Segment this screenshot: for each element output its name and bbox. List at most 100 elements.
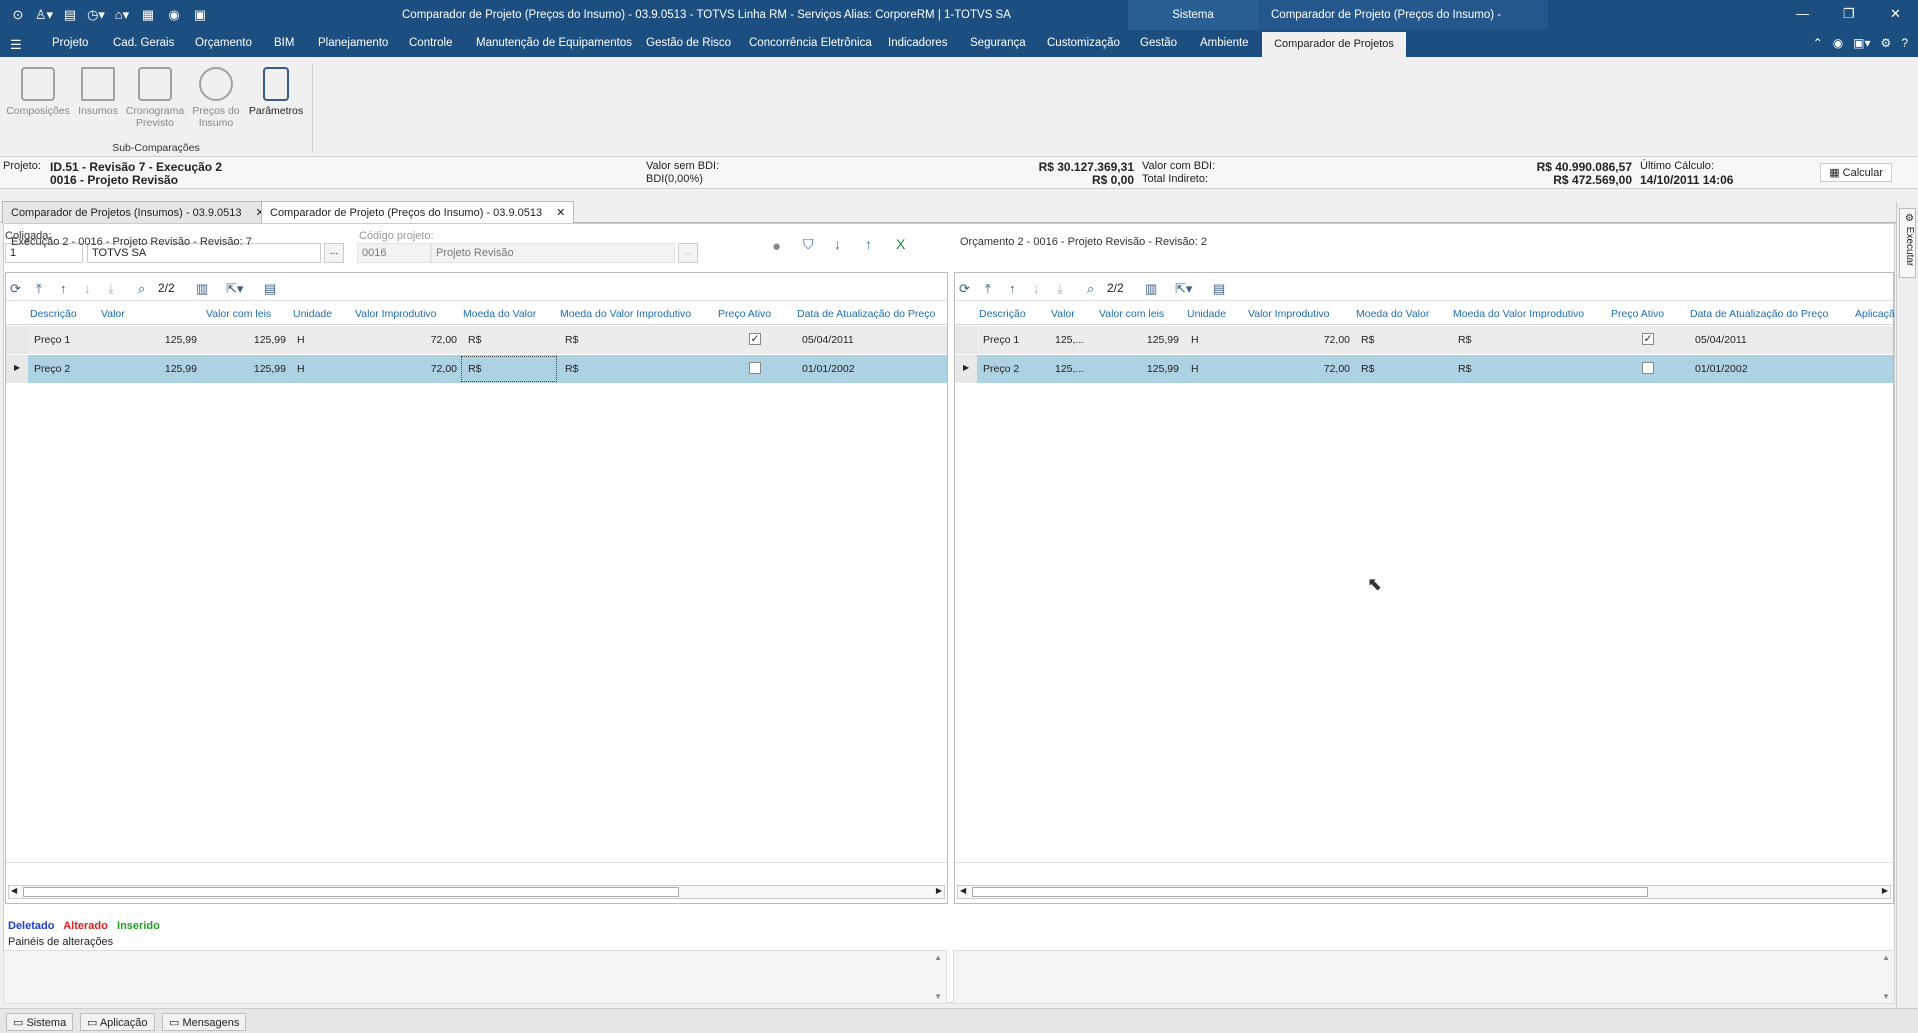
globe-icon[interactable]: ◉ [164,7,184,23]
col-moeda-valor[interactable]: Moeda do Valor [463,308,536,320]
excel-icon[interactable]: X [896,236,905,252]
col-unidade[interactable]: Unidade [293,308,332,320]
columns-icon[interactable]: ▥ [196,281,208,297]
col-preco-ativo[interactable]: Preço Ativo [718,308,771,320]
col-aplicacao[interactable]: Aplicaçã [1855,308,1895,320]
last-icon[interactable]: ⤓ [1057,281,1063,297]
search-icon[interactable]: ⌕ [1087,281,1094,297]
col-moeda-valor[interactable]: Moeda do Valor [1356,308,1429,320]
play-icon[interactable]: ● [772,238,781,255]
doctab-precos-insumo[interactable]: Comparador de Projeto (Preços do Insumo)… [261,201,575,224]
menu-comparador-projetos[interactable]: Comparador de Projetos [1262,32,1406,57]
scroll-left-icon[interactable]: ◀ [960,886,966,895]
menu-concorrencia[interactable]: Concorrência Eletrônica [749,37,872,49]
table-row[interactable]: Preço 1 125,... 125,99 H 72,00 R$ R$ ✓ 0… [955,326,1893,354]
col-data-atualizacao[interactable]: Data de Atualização do Preço [1690,308,1828,320]
row-indicator[interactable]: ▶ [955,355,977,383]
col-moeda-improdutivo[interactable]: Moeda do Valor Improdutivo [560,308,691,320]
ribbon-cronograma-button[interactable]: Cronograma Previsto [124,67,186,129]
ribbon-insumos-button[interactable]: Insumos [74,67,122,117]
menu-ambiente[interactable]: Ambiente [1200,37,1249,49]
menu-orcamento[interactable]: Orçamento [195,37,252,49]
filter-icon[interactable]: ⛉ [803,236,814,253]
home-icon[interactable]: ⌂▾ [112,7,132,23]
preco-ativo-checkbox[interactable]: ✓ [749,333,761,345]
preco-ativo-checkbox[interactable] [749,362,761,374]
table-row[interactable]: Preço 1 125,99 125,99 H 72,00 R$ R$ ✓ 05… [6,326,947,354]
col-preco-ativo[interactable]: Preço Ativo [1611,308,1664,320]
menu-gestao[interactable]: Gestão [1140,37,1177,49]
prev-icon[interactable]: ↑ [60,281,67,296]
menu-projeto[interactable]: Projeto [52,37,88,49]
menu-customizacao[interactable]: Customização [1047,37,1120,49]
left-horizontal-scrollbar[interactable]: ◀ ▶ [8,885,945,899]
col-moeda-improdutivo[interactable]: Moeda do Valor Improdutivo [1453,308,1584,320]
first-icon[interactable]: ⤒ [36,281,42,297]
next-icon[interactable]: ↓ [84,281,91,296]
next-icon[interactable]: ↓ [1033,281,1040,296]
col-data-atualizacao[interactable]: Data de Atualização do Preço [797,308,935,320]
ribbon-parametros-button[interactable]: Parâmetros [246,67,306,117]
executar-side-tab[interactable]: ⚙ Executar [1899,208,1916,278]
scroll-down-icon[interactable]: ▼ [1882,992,1890,1001]
columns-icon[interactable]: ▥ [1145,281,1157,297]
col-descricao[interactable]: Descrição [30,308,77,320]
clock-icon[interactable]: ◷▾ [86,7,106,23]
menu-cad-gerais[interactable]: Cad. Gerais [113,37,174,49]
row-indicator[interactable]: ▶ [6,355,28,383]
window-icon[interactable]: ▣ [190,7,210,23]
refresh-icon[interactable]: ⟳ [959,281,970,297]
last-icon[interactable]: ⤓ [108,281,114,297]
scroll-right-icon[interactable]: ▶ [1882,886,1888,895]
layout-icon[interactable]: ▣▾ [1853,36,1870,50]
col-descricao[interactable]: Descrição [979,308,1026,320]
status-mensagens-button[interactable]: ▭ Mensagens [162,1013,247,1031]
user-icon[interactable]: ♙▾ [34,7,54,23]
scroll-right-icon[interactable]: ▶ [936,886,942,895]
calcular-button[interactable]: ▦ Calcular [1820,163,1892,182]
grid-icon[interactable]: ▦ [138,7,158,23]
scroll-up-icon[interactable]: ▲ [934,953,942,962]
row-indicator[interactable] [955,326,977,354]
scroll-left-icon[interactable]: ◀ [11,886,17,895]
menu-seguranca[interactable]: Segurança [970,37,1026,49]
help-icon[interactable]: ? [1901,36,1908,50]
close-tab-icon[interactable]: ✕ [556,207,565,219]
scroll-thumb[interactable] [972,887,1648,897]
menu-controle[interactable]: Controle [409,37,452,49]
search-icon[interactable]: ⌕ [138,281,145,297]
refresh-icon[interactable]: ⟳ [10,281,21,297]
ribbon-precos-button[interactable]: Preços do Insumo [188,67,244,129]
preco-ativo-checkbox[interactable]: ✓ [1642,333,1654,345]
calendar-icon[interactable]: ▤ [60,7,80,23]
arrow-down-icon[interactable]: ↓ [834,236,841,252]
status-sistema-button[interactable]: ▭ Sistema [6,1013,74,1031]
menu-planejamento[interactable]: Planejamento [318,37,388,49]
prev-icon[interactable]: ↑ [1009,281,1016,296]
menu-manutencao[interactable]: Manutenção de Equipamentos [476,37,632,49]
right-changes-panel[interactable]: ▲ ▼ [953,950,1895,1004]
menu-indicadores[interactable]: Indicadores [888,37,947,49]
scroll-down-icon[interactable]: ▼ [934,992,942,1001]
left-changes-panel[interactable]: ▲ ▼ [3,950,947,1004]
titlebar-tab-sistema[interactable]: Sistema [1128,0,1258,30]
globe-icon[interactable]: ◉ [1833,36,1843,50]
table-row[interactable]: ▶ Preço 2 125,... 125,99 H 72,00 R$ R$ 0… [955,355,1893,383]
menu-bim[interactable]: BIM [274,37,294,49]
arrow-up-icon[interactable]: ↑ [865,236,872,252]
coligada-lookup-button[interactable]: ... [324,243,344,263]
col-valor-leis[interactable]: Valor com leis [1099,308,1164,320]
table-row[interactable]: ▶ Preço 2 125,99 125,99 H 72,00 R$ R$ 01… [6,355,947,383]
report-icon[interactable]: ▤ [264,281,276,297]
first-icon[interactable]: ⤒ [985,281,991,297]
col-unidade[interactable]: Unidade [1187,308,1226,320]
scroll-up-icon[interactable]: ▲ [1882,953,1890,962]
restore-icon[interactable]: ❐ [1843,6,1855,22]
col-valor[interactable]: Valor [1051,308,1075,320]
col-valor-leis[interactable]: Valor com leis [206,308,271,320]
right-horizontal-scrollbar[interactable]: ◀ ▶ [957,885,1891,899]
scroll-thumb[interactable] [23,887,679,897]
export-icon[interactable]: ⇱▾ [1175,281,1192,297]
report-icon[interactable]: ▤ [1213,281,1225,297]
ribbon-composicoes-button[interactable]: Composições [6,67,70,117]
